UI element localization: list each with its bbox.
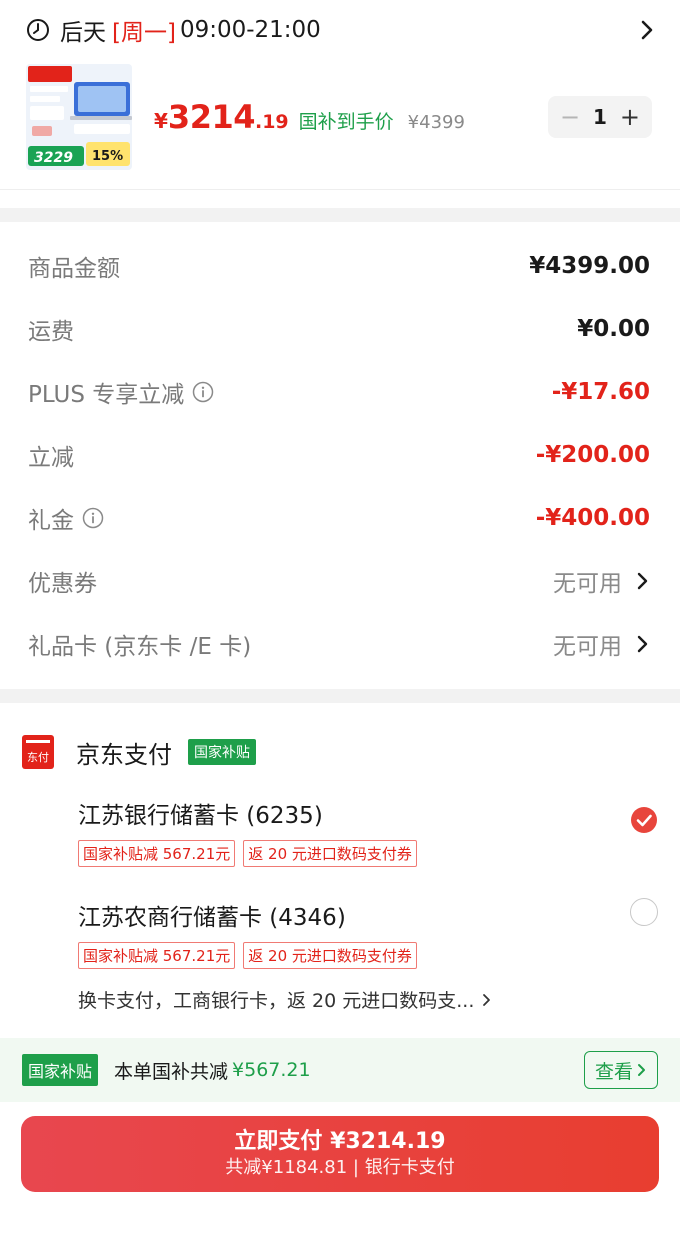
- product-thumbnail[interactable]: 3229 15%: [26, 64, 132, 170]
- fee-label: 优惠券: [28, 571, 97, 597]
- quantity-value[interactable]: 1: [593, 105, 607, 129]
- jd-pay-title: 京东支付: [76, 740, 172, 769]
- section-separator: [0, 689, 680, 703]
- price-note: 国补到手价: [298, 111, 394, 133]
- fee-row-gift-card[interactable]: 礼品卡 (京东卡 /E 卡) 无可用: [28, 624, 650, 664]
- fee-label: 礼品卡 (京东卡 /E 卡): [28, 634, 252, 660]
- fee-value: 无可用: [553, 634, 622, 660]
- fee-label: 礼金: [28, 508, 74, 534]
- info-icon[interactable]: [192, 381, 214, 403]
- fee-value: 无可用: [553, 571, 622, 597]
- chevron-right-icon[interactable]: [636, 634, 650, 654]
- view-button-label: 查看: [594, 1060, 633, 1083]
- subsidy-tag: 国家补贴减 567.21元: [78, 942, 236, 969]
- unchecked-radio-icon[interactable]: [630, 898, 658, 926]
- fee-label: 立减: [28, 445, 74, 471]
- divider: [0, 189, 680, 190]
- switch-card-link[interactable]: 换卡支付，工商银行卡，返 20 元进口数码支...: [78, 986, 492, 1013]
- fee-row-gift-money: 礼金 -¥400.00: [28, 498, 650, 538]
- bank-card-option[interactable]: 江苏银行储蓄卡 (6235) 国家补贴减 567.21元 返 20 元进口数码支…: [78, 796, 658, 867]
- section-separator: [0, 208, 680, 222]
- fee-value: -¥200.00: [535, 442, 650, 468]
- fee-value: -¥17.60: [551, 379, 650, 405]
- pay-now-subtext: 共减¥1184.81 | 银行卡支付: [225, 1157, 455, 1178]
- product-row: 3229 15% ¥ 3214 .19 国补到手价 ¥4399 − 1 +: [26, 64, 652, 172]
- subsidy-text: 本单国补共减: [114, 1060, 229, 1083]
- jd-pay-logo: 东付: [22, 735, 54, 769]
- thumb-discount: 15%: [92, 149, 123, 164]
- view-button[interactable]: 查看: [584, 1051, 658, 1089]
- subsidy-tag: 国家补贴减 567.21元: [78, 840, 236, 867]
- delivery-time: 09:00-21:00: [179, 17, 321, 43]
- national-subsidy-badge: 国家补贴: [188, 739, 256, 765]
- subsidy-amount: ¥567.21: [232, 1059, 311, 1081]
- fee-row-plus-discount: PLUS 专享立减 -¥17.60: [28, 372, 650, 412]
- thumb-price-badge: 3229: [34, 150, 73, 166]
- decrease-button[interactable]: −: [560, 103, 580, 131]
- switch-card-text: 换卡支付，工商银行卡，返 20 元进口数码支...: [78, 990, 475, 1012]
- subsidy-summary-bar: 国家补贴 本单国补共减 ¥567.21 查看: [0, 1038, 680, 1102]
- jd-pay-header: 东付 京东支付 国家补贴: [22, 734, 658, 770]
- checkout-page: 后天 [周一] 09:00-21:00 3229 15% ¥ 3214 .19 …: [0, 0, 680, 1258]
- bank-card-option[interactable]: 江苏农商行储蓄卡 (4346) 国家补贴减 567.21元 返 20 元进口数码…: [78, 898, 658, 969]
- currency-symbol: ¥: [154, 109, 168, 133]
- laptop-promo-image: 3229 15%: [26, 64, 132, 170]
- clock-icon: [27, 19, 49, 41]
- info-icon[interactable]: [82, 507, 104, 529]
- delivery-weekday: [周一]: [112, 20, 176, 46]
- chevron-right-icon[interactable]: [636, 571, 650, 591]
- jd-pay-logo-text: 东付: [27, 751, 49, 764]
- coupon-tag: 返 20 元进口数码支付券: [243, 942, 417, 969]
- pay-now-button[interactable]: 立即支付 ¥3214.19 共减¥1184.81 | 银行卡支付: [21, 1116, 659, 1192]
- fee-row-coupon[interactable]: 优惠券 无可用: [28, 561, 650, 601]
- chevron-right-icon[interactable]: [638, 19, 656, 41]
- chevron-right-icon: [483, 993, 491, 1006]
- coupon-tag: 返 20 元进口数码支付券: [243, 840, 417, 867]
- national-subsidy-badge: 国家补贴: [22, 1054, 99, 1086]
- fee-label: 运费: [28, 319, 74, 345]
- price-integer: 3214: [167, 98, 256, 136]
- fee-label: 商品金额: [28, 256, 120, 282]
- pay-now-label: 立即支付 ¥3214.19: [234, 1129, 446, 1154]
- delivery-time-row[interactable]: 后天 [周一] 09:00-21:00: [26, 10, 656, 50]
- original-price: ¥4399: [407, 112, 465, 133]
- fee-row-shipping: 运费 ¥0.00: [28, 309, 650, 349]
- quantity-stepper: − 1 +: [548, 96, 652, 138]
- price-line: ¥ 3214 .19 国补到手价 ¥4399: [154, 98, 465, 136]
- increase-button[interactable]: +: [620, 103, 640, 131]
- price-decimal: .19: [254, 111, 289, 133]
- chevron-right-icon: [638, 1064, 645, 1076]
- fee-row-goods-amount: 商品金额 ¥4399.00: [28, 246, 650, 286]
- fee-value: ¥0.00: [577, 316, 650, 342]
- bank-card-name: 江苏银行储蓄卡 (6235): [78, 803, 323, 829]
- fee-value: ¥4399.00: [529, 253, 650, 279]
- bank-card-name: 江苏农商行储蓄卡 (4346): [78, 905, 346, 931]
- fee-row-instant-discount: 立减 -¥200.00: [28, 435, 650, 475]
- checked-icon[interactable]: [630, 806, 658, 834]
- fee-value: -¥400.00: [535, 505, 650, 531]
- delivery-day: 后天: [60, 20, 106, 46]
- fee-label: PLUS 专享立减: [28, 382, 185, 408]
